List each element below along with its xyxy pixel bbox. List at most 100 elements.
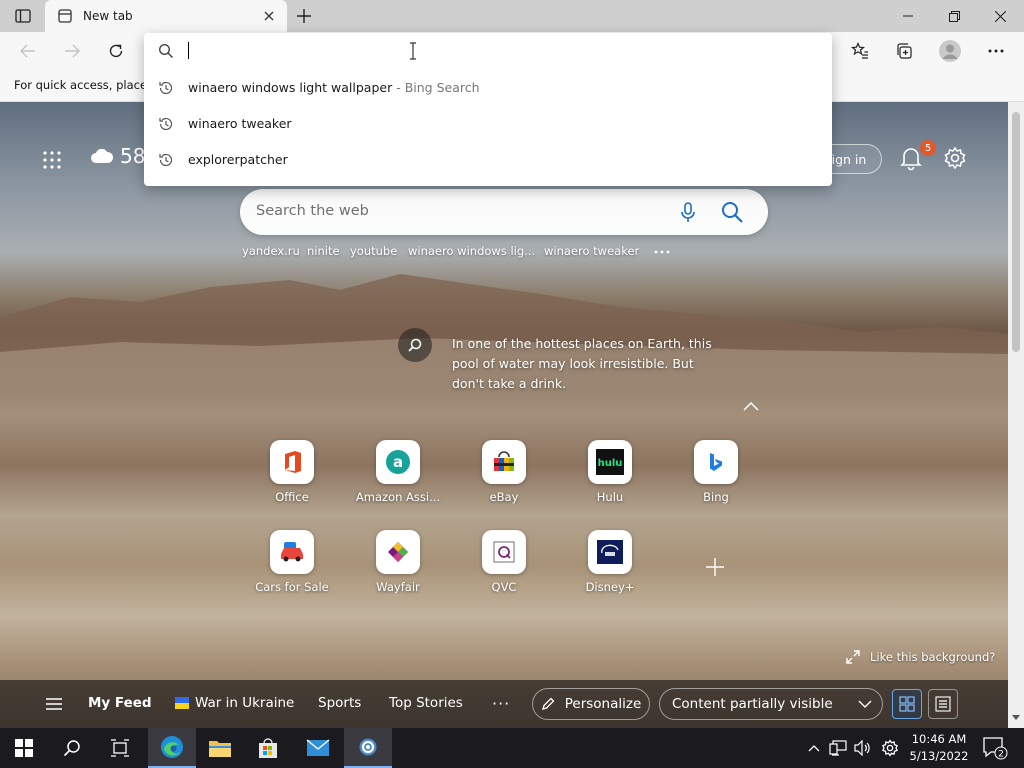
apps-launcher-button[interactable] <box>40 148 64 172</box>
mail-icon <box>306 739 330 756</box>
suggestion-text: explorerpatcher <box>188 152 288 167</box>
quick-link[interactable]: yandex.ru <box>242 244 300 258</box>
tile-label: Disney+ <box>585 580 635 594</box>
ebay-icon <box>482 440 526 484</box>
tab-war-in-ukraine[interactable]: War in Ukraine <box>175 695 294 711</box>
weather-widget[interactable]: 58 <box>90 144 145 168</box>
new-tab-button[interactable] <box>294 6 314 26</box>
network-button[interactable] <box>828 738 848 758</box>
tab-sports[interactable]: Sports <box>318 695 361 711</box>
restore-button[interactable] <box>931 0 977 32</box>
windows-taskbar: 10:46 AM 5/13/2022 2 <box>0 728 1024 768</box>
favorites-button[interactable] <box>846 37 874 65</box>
qvc-icon <box>482 530 526 574</box>
quick-link[interactable]: winaero tweaker <box>544 244 639 258</box>
tile-label: Bing <box>703 490 729 504</box>
scroll-down-arrow-icon[interactable] <box>1011 712 1021 722</box>
taskbar-settings[interactable] <box>344 728 392 768</box>
show-hidden-icons-button[interactable] <box>804 738 824 758</box>
quick-link[interactable]: ninite <box>307 244 340 258</box>
quick-link[interactable]: winaero windows lig... <box>408 244 535 258</box>
personalize-button[interactable]: Personalize <box>532 688 650 720</box>
windows-logo-icon <box>15 739 33 757</box>
refresh-button[interactable] <box>102 37 130 65</box>
microphone-icon[interactable] <box>677 201 699 223</box>
taskbar-mail[interactable] <box>294 728 342 768</box>
suggestion-text: winaero windows light wallpaper - Bing S… <box>188 80 480 95</box>
task-view-button[interactable] <box>96 728 144 768</box>
tile-bing[interactable]: Bing <box>671 440 761 520</box>
taskbar-edge[interactable] <box>148 728 196 768</box>
history-icon <box>159 117 173 131</box>
back-button[interactable] <box>14 37 42 65</box>
tab-actions-menu-button[interactable] <box>10 6 36 26</box>
tile-label: Amazon Assi... <box>355 490 441 504</box>
tile-amazon-assistant[interactable]: a Amazon Assi... <box>353 440 443 520</box>
tile-ebay[interactable]: eBay <box>459 440 549 520</box>
quick-link[interactable]: youtube <box>350 244 397 258</box>
bing-icon <box>694 440 738 484</box>
page-settings-gear-icon[interactable] <box>943 146 967 170</box>
like-background-link[interactable]: Like this background? <box>846 650 995 664</box>
like-background-text: Like this background? <box>870 650 996 664</box>
suggestion-item[interactable]: winaero windows light wallpaper - Bing S… <box>144 70 832 106</box>
content-visibility-value: Content partially visible <box>672 696 833 712</box>
suggestion-text: winaero tweaker <box>188 116 292 131</box>
search-icon <box>63 740 80 757</box>
amazon-assistant-icon: a <box>376 440 420 484</box>
more-dots-icon[interactable] <box>654 250 670 254</box>
image-info-button[interactable] <box>398 328 432 362</box>
tray-settings-button[interactable] <box>880 738 900 758</box>
taskbar-search-button[interactable] <box>48 728 96 768</box>
wayfair-icon <box>376 530 420 574</box>
tile-label: QVC <box>491 580 517 594</box>
tile-disney-plus[interactable]: Disney+ <box>565 530 655 610</box>
add-shortcut-plus-icon[interactable] <box>702 554 728 580</box>
system-clock[interactable]: 10:46 AM 5/13/2022 <box>906 731 972 765</box>
taskbar-microsoft-store[interactable] <box>244 728 292 768</box>
clock-time: 10:46 AM <box>911 732 967 746</box>
minimize-icon <box>903 15 913 17</box>
speaker-icon <box>854 740 870 756</box>
history-icon <box>159 81 173 95</box>
start-button[interactable] <box>0 728 48 768</box>
settings-and-more-button[interactable] <box>982 37 1010 65</box>
list-layout-toggle[interactable] <box>928 689 958 719</box>
hamburger-menu-icon[interactable] <box>44 696 64 712</box>
task-view-icon <box>111 739 129 757</box>
content-visibility-dropdown[interactable]: Content partially visible <box>659 688 883 720</box>
app-grid-icon <box>43 151 61 169</box>
tile-cars-for-sale[interactable]: Cars for Sale <box>247 530 337 610</box>
ukraine-flag-icon <box>175 697 189 709</box>
address-bar-dropdown[interactable]: winaero windows light wallpaper - Bing S… <box>144 33 832 186</box>
more-feed-tabs-button[interactable]: ··· <box>492 694 510 713</box>
magnifier-icon <box>408 338 422 352</box>
tile-hulu[interactable]: hulu Hulu <box>565 440 655 520</box>
new-tab-page: 58 Sign in 5 Search the web yandex.ru ni… <box>0 102 1008 728</box>
image-caption[interactable]: In one of the hottest places on Earth, t… <box>452 334 722 394</box>
chevron-up-icon[interactable] <box>742 400 760 414</box>
grid-layout-toggle[interactable] <box>892 689 922 719</box>
tab-new-tab[interactable]: New tab <box>45 0 287 32</box>
close-window-button[interactable] <box>977 0 1023 32</box>
tab-top-stories[interactable]: Top Stories <box>389 695 463 711</box>
tab-my-feed[interactable]: My Feed <box>88 695 152 711</box>
tile-office[interactable]: Office <box>247 440 337 520</box>
suggestion-item[interactable]: winaero tweaker <box>144 106 832 142</box>
suggestion-item[interactable]: explorerpatcher <box>144 142 832 178</box>
search-icon[interactable] <box>720 200 744 224</box>
scrollbar-thumb[interactable] <box>1012 112 1020 352</box>
address-bar-input[interactable] <box>188 42 189 59</box>
tile-wayfair[interactable]: Wayfair <box>353 530 443 610</box>
minimize-button[interactable] <box>885 0 931 32</box>
page-scrollbar[interactable] <box>1008 102 1024 728</box>
notification-center-icon[interactable]: 2 <box>982 736 1008 760</box>
tile-qvc[interactable]: QVC <box>459 530 549 610</box>
volume-button[interactable] <box>852 738 872 758</box>
close-tab-button[interactable] <box>261 8 277 24</box>
taskbar-file-explorer[interactable] <box>196 728 244 768</box>
forward-button[interactable] <box>58 37 86 65</box>
collections-button[interactable] <box>890 37 918 65</box>
web-search-box[interactable]: Search the web <box>240 189 768 235</box>
profile-button[interactable] <box>936 37 964 65</box>
